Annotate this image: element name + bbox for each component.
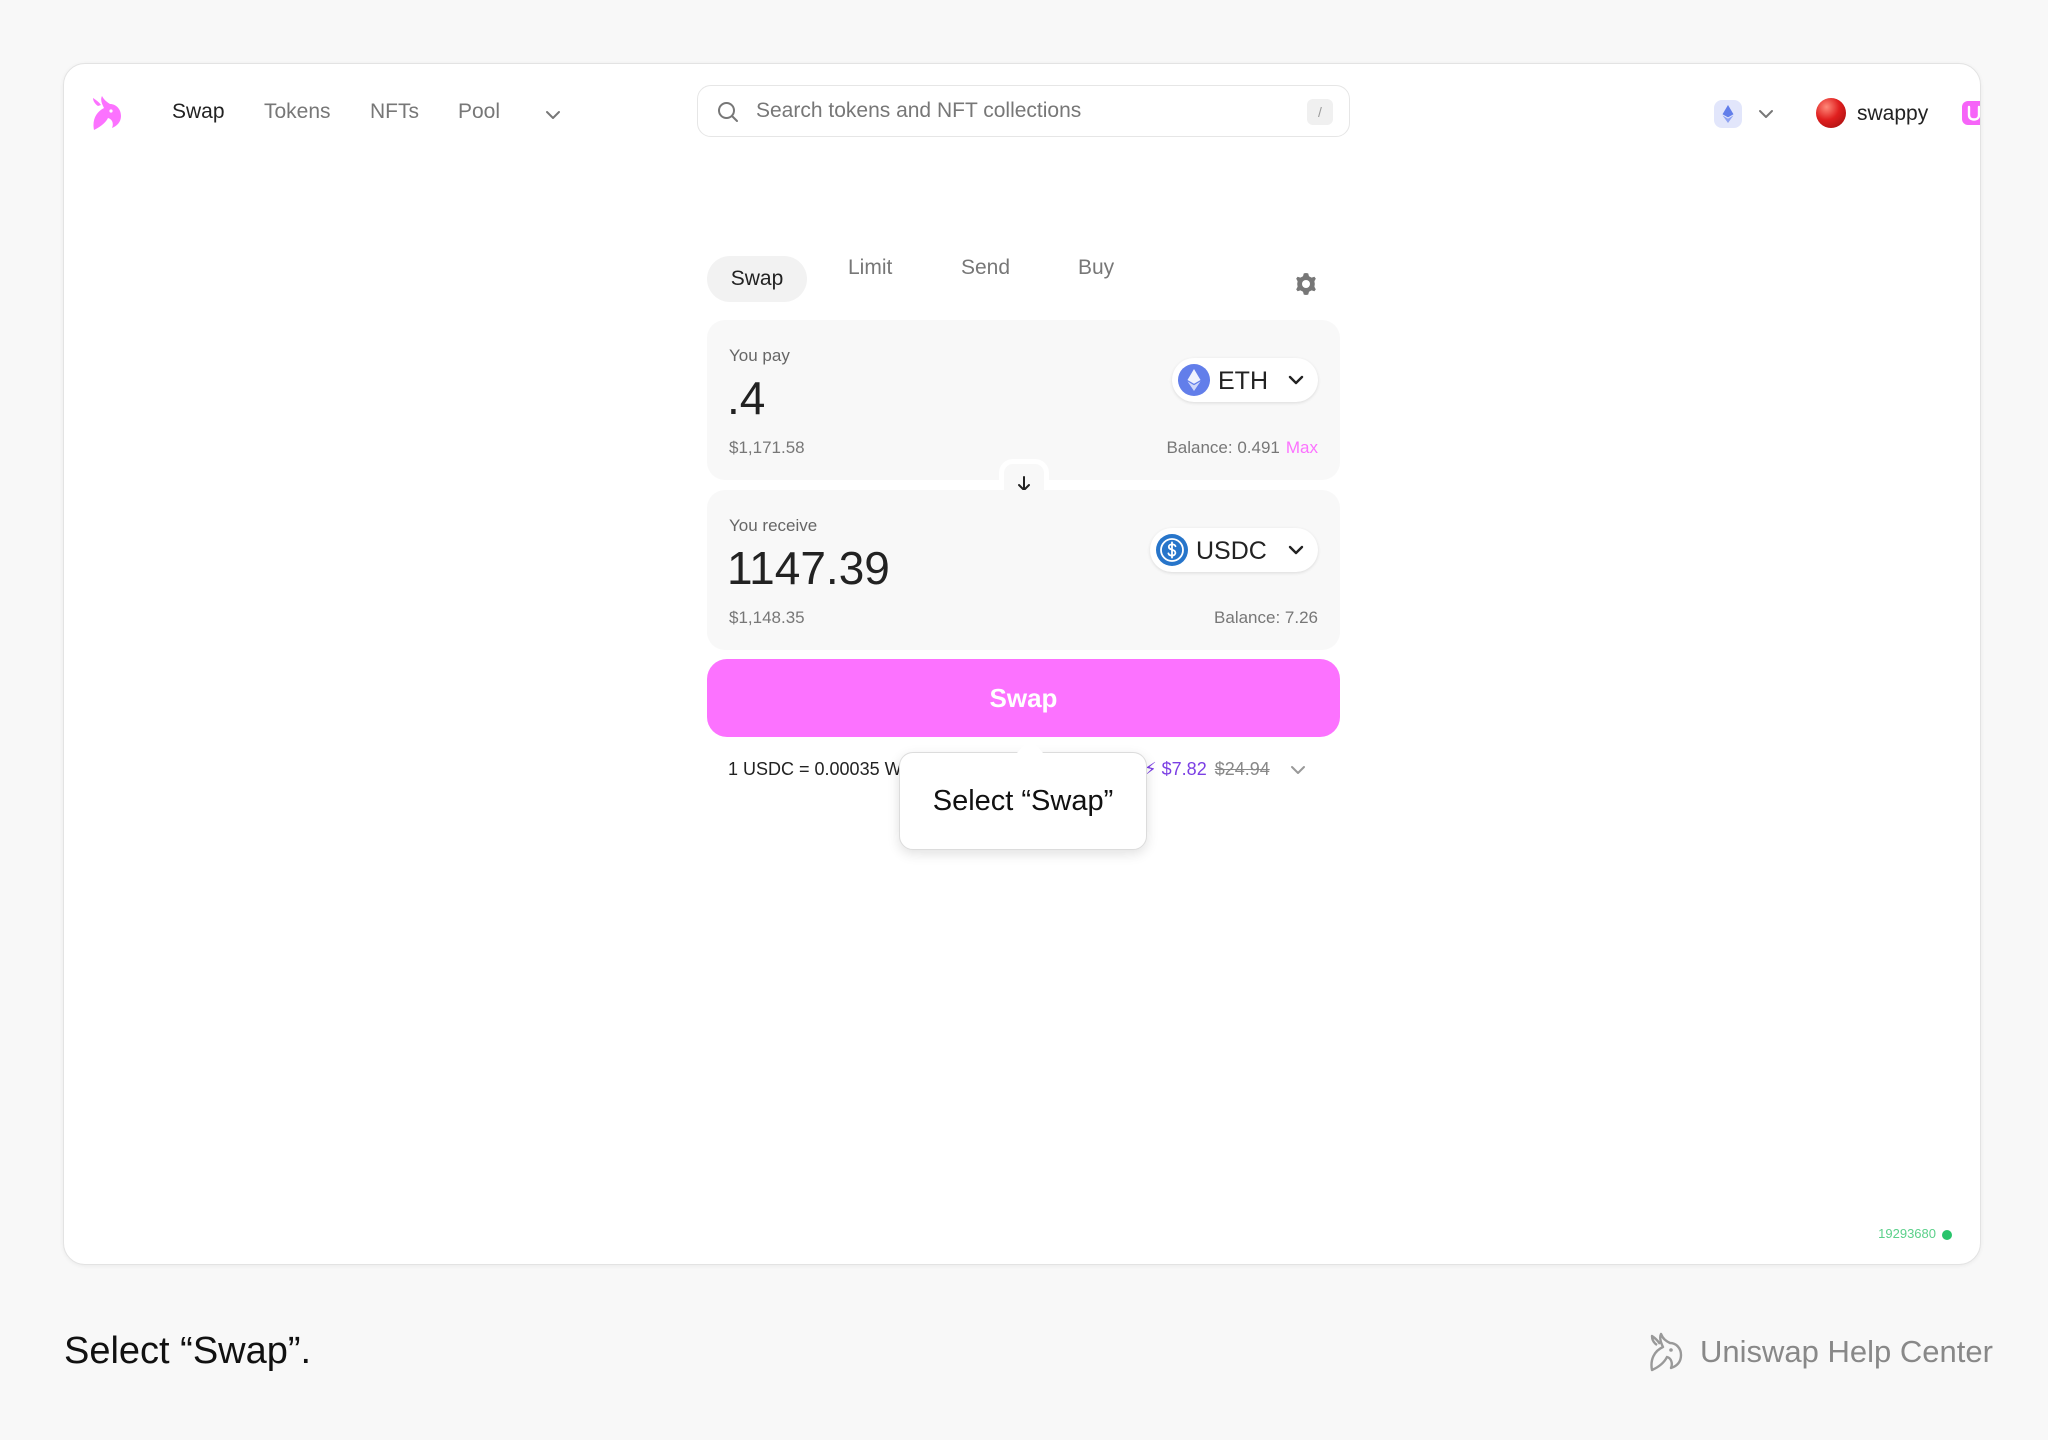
tooltip-arrow [1017,737,1043,753]
nav-nfts[interactable]: NFTs [370,100,419,124]
tab-buy[interactable]: Buy [1078,256,1114,280]
exchange-rate[interactable]: 1 USDC = 0.00035 W [728,759,902,780]
account-name: swappy [1857,102,1929,125]
search-input[interactable] [756,86,1276,136]
gas-fee-original: $24.94 [1214,759,1270,779]
gas-fee-discounted: $7.82 [1161,759,1207,779]
details-chevron-down-icon[interactable] [1288,760,1308,780]
swap-button[interactable]: Swap [707,659,1340,737]
status-dot [1942,1229,1952,1240]
usdc-icon [1156,534,1188,566]
search-bar[interactable]: / [697,85,1350,137]
receive-amount-input[interactable] [727,540,1107,596]
pay-fiat-value: $1,171.58 [729,438,805,457]
uniswap-unicorn-icon [1650,1332,1683,1372]
chevron-down-icon [1759,110,1773,118]
pay-token-symbol: ETH [1218,367,1268,395]
nav-tokens[interactable]: Tokens [264,100,331,124]
avatar [1816,98,1846,128]
receive-label: You receive [729,516,818,535]
tooltip-text: Select “Swap” [932,785,1114,817]
network-selector[interactable] [1714,100,1780,128]
pay-amount-input[interactable] [727,370,1107,426]
receive-token-symbol: USDC [1196,537,1267,565]
browser-window: Swap Tokens NFTs Pool / swappy [63,63,1981,1265]
uniswap-logo-icon[interactable] [84,92,128,136]
receive-balance: Balance: 7.26 [1214,608,1318,627]
receive-token-selector[interactable]: USDC [1150,528,1318,572]
settings-gear-icon[interactable] [1292,270,1320,298]
instruction-tooltip: Select “Swap” [899,752,1147,850]
uniswap-username-badge-icon [1962,101,1980,125]
ethereum-icon [1722,105,1734,123]
pay-token-selector[interactable]: ETH [1172,358,1318,402]
pay-panel: You pay ETH $1,171.58 Balance: 0.491 Max [707,320,1340,480]
gas-fee: ⚡ $7.82 $24.94 [1144,759,1270,780]
nav-more-chevron-down-icon[interactable] [542,104,564,126]
ethereum-icon [1178,364,1210,396]
nav-swap[interactable]: Swap [172,100,225,124]
step-caption: Select “Swap”. [64,1330,312,1372]
tab-swap[interactable]: Swap [707,256,807,302]
block-number-status: 19293680 [1878,1226,1952,1241]
tab-limit[interactable]: Limit [848,256,892,280]
max-button[interactable]: Max [1286,438,1318,457]
receive-fiat-value: $1,148.35 [729,608,805,627]
chevron-down-icon [1288,545,1304,555]
search-icon [718,102,738,122]
search-shortcut-key: / [1307,99,1333,125]
pay-balance-text: Balance: 0.491 [1166,438,1280,457]
help-center-label: Uniswap Help Center [1700,1334,1993,1369]
pay-label: You pay [729,346,790,365]
receive-panel: You receive USDC $1,148.35 Balance: 7.26 [707,490,1340,650]
pay-balance: Balance: 0.491 Max [1166,438,1318,458]
chevron-down-icon [1288,375,1304,385]
block-number: 19293680 [1878,1226,1936,1241]
tab-send[interactable]: Send [961,256,1010,280]
nav-pool[interactable]: Pool [458,100,500,124]
ethereum-network-chip [1714,100,1742,128]
